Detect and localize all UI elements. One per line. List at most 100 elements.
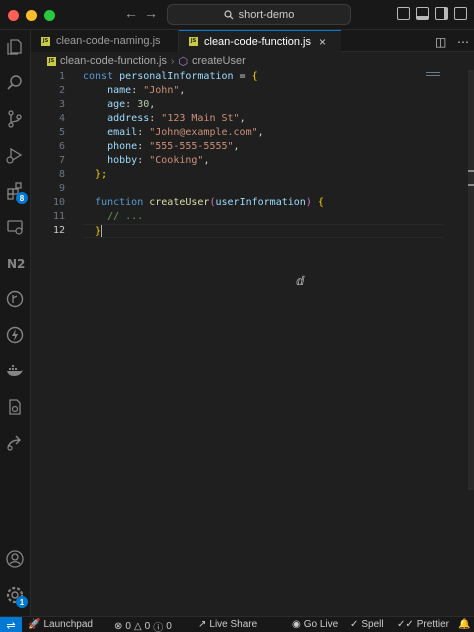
- code-line: };: [95, 169, 108, 180]
- maximize-window-button[interactable]: [44, 10, 55, 21]
- line-number: 9: [58, 183, 65, 194]
- account-icon[interactable]: [4, 548, 26, 570]
- code-line: age: 30,: [107, 99, 156, 110]
- code-content[interactable]: const personalInformation = { name: "Joh…: [83, 70, 443, 238]
- check-icon: ✓: [350, 619, 359, 630]
- thunder-client-icon[interactable]: [4, 324, 26, 346]
- split-editor-icon[interactable]: ◫: [435, 35, 446, 49]
- go-live-label: Go Live: [303, 619, 339, 630]
- javascript-file-icon: JS: [47, 56, 56, 66]
- settings-gear-icon[interactable]: 1: [4, 584, 28, 608]
- breadcrumb-symbol[interactable]: createUser: [192, 55, 246, 67]
- warning-icon: △: [133, 621, 142, 632]
- line-number: 3: [58, 99, 65, 110]
- code-line-current: }: [83, 224, 443, 238]
- remote-indicator-icon[interactable]: ⇌: [0, 617, 22, 632]
- ibeam-cursor-icon: ⅆ: [296, 274, 305, 288]
- command-center-search[interactable]: short-demo: [167, 4, 351, 25]
- line-number: 11: [52, 211, 65, 222]
- forward-arrow-icon[interactable]: →: [144, 5, 158, 21]
- code-line: function createUser(userInformation) {: [95, 197, 324, 208]
- toggle-secondary-sidebar-icon[interactable]: [435, 7, 448, 20]
- info-icon: ⓘ: [153, 623, 164, 632]
- settings-badge: 1: [16, 596, 28, 608]
- tab-clean-code-naming[interactable]: JS clean-code-naming.js: [31, 30, 179, 52]
- title-bar: ← → short-demo: [0, 0, 474, 30]
- line-number: 2: [58, 85, 65, 96]
- git-graph-icon[interactable]: [4, 288, 26, 310]
- explorer-icon[interactable]: [4, 36, 26, 58]
- javascript-file-icon: JS: [189, 37, 198, 46]
- extensions-badge: 8: [16, 192, 28, 204]
- line-number-gutter: 1 2 3 4 5 6 7 8 9 10 11 12: [31, 70, 71, 238]
- more-actions-icon[interactable]: ⋯: [457, 35, 469, 49]
- live-share-label: Live Share: [209, 619, 258, 630]
- notifications-icon[interactable]: 🔔: [458, 619, 470, 630]
- run-debug-icon[interactable]: [4, 144, 26, 166]
- code-line: address: "123 Main St",: [107, 113, 246, 124]
- line-number: 1: [58, 71, 65, 82]
- editor-tabs: JS clean-code-naming.js JS clean-code-fu…: [31, 30, 474, 52]
- breadcrumb-file[interactable]: clean-code-function.js: [60, 55, 167, 67]
- close-window-button[interactable]: [8, 10, 19, 21]
- chevron-right-icon: ›: [171, 55, 175, 67]
- docker-icon[interactable]: [4, 360, 26, 382]
- error-icon: ⊗: [114, 621, 123, 632]
- extensions-icon[interactable]: 8: [4, 180, 28, 204]
- live-share-button[interactable]: ↗ Live Share: [198, 619, 257, 630]
- line-number: 4: [58, 113, 65, 124]
- customize-layout-icon[interactable]: [454, 7, 467, 20]
- tab-clean-code-function[interactable]: JS clean-code-function.js ×: [179, 30, 341, 52]
- javascript-file-icon: JS: [41, 36, 50, 46]
- info-count: 0: [166, 621, 172, 632]
- scroll-marker: [468, 184, 474, 186]
- code-editor[interactable]: 1 2 3 4 5 6 7 8 9 10 11 12 const personalInformatio…: [31, 70, 474, 616]
- prettier-label: Prettier: [416, 619, 449, 630]
- tab-label: clean-code-function.js: [204, 35, 312, 48]
- source-control-icon[interactable]: [4, 108, 26, 130]
- breadcrumb: JS clean-code-function.js › ⬡ createUser: [31, 52, 474, 70]
- function-symbol-icon: ⬡: [178, 55, 188, 68]
- close-tab-icon[interactable]: ×: [319, 35, 326, 49]
- minimap[interactable]: [426, 72, 440, 76]
- code-line: name: "John",: [107, 85, 186, 96]
- line-number: 10: [52, 197, 65, 208]
- remote-explorer-icon[interactable]: [4, 216, 26, 238]
- go-live-button[interactable]: ◉ Go Live: [292, 619, 338, 630]
- line-number: 8: [58, 169, 65, 180]
- code-line: hobby: "Cooking",: [107, 155, 210, 166]
- prettier-button[interactable]: ✓✓ Prettier: [397, 619, 449, 630]
- line-number: 12: [52, 225, 65, 236]
- code-line: // ...: [107, 211, 144, 222]
- scroll-marker: [468, 170, 474, 172]
- search-icon[interactable]: [4, 72, 26, 94]
- line-number: 7: [58, 155, 65, 166]
- code-line: const personalInformation = {: [83, 71, 258, 82]
- warning-count: 0: [144, 621, 151, 632]
- test-icon[interactable]: [4, 396, 26, 418]
- double-check-icon: ✓✓: [397, 619, 414, 630]
- search-text: short-demo: [238, 8, 295, 21]
- error-count: 0: [125, 621, 131, 632]
- spell-label: Spell: [361, 619, 384, 630]
- svg-text:N2: N2: [7, 257, 25, 271]
- search-icon: [224, 9, 234, 19]
- code-line: email: "John@example.com",: [107, 127, 264, 138]
- code-line: phone: "555-555-5555",: [107, 141, 240, 152]
- live-share-icon: ↗: [198, 619, 207, 630]
- launchpad-label: Launchpad: [43, 619, 93, 630]
- n2-extension-icon[interactable]: N2: [4, 252, 26, 274]
- toggle-sidebar-icon[interactable]: [397, 7, 410, 20]
- vertical-scrollbar[interactable]: [468, 70, 474, 490]
- launchpad-button[interactable]: 🚀 Launchpad: [28, 619, 93, 630]
- line-number: 5: [58, 127, 65, 138]
- back-arrow-icon[interactable]: ←: [124, 5, 138, 21]
- minimize-window-button[interactable]: [26, 10, 37, 21]
- problems-indicator[interactable]: ⊗ 0 △ 0 ⓘ 0: [114, 619, 172, 632]
- toggle-panel-icon[interactable]: [416, 7, 429, 20]
- broadcast-icon: ◉: [292, 619, 301, 630]
- share-icon[interactable]: [4, 432, 26, 454]
- tab-label: clean-code-naming.js: [56, 35, 161, 47]
- spell-button[interactable]: ✓ Spell: [350, 619, 384, 630]
